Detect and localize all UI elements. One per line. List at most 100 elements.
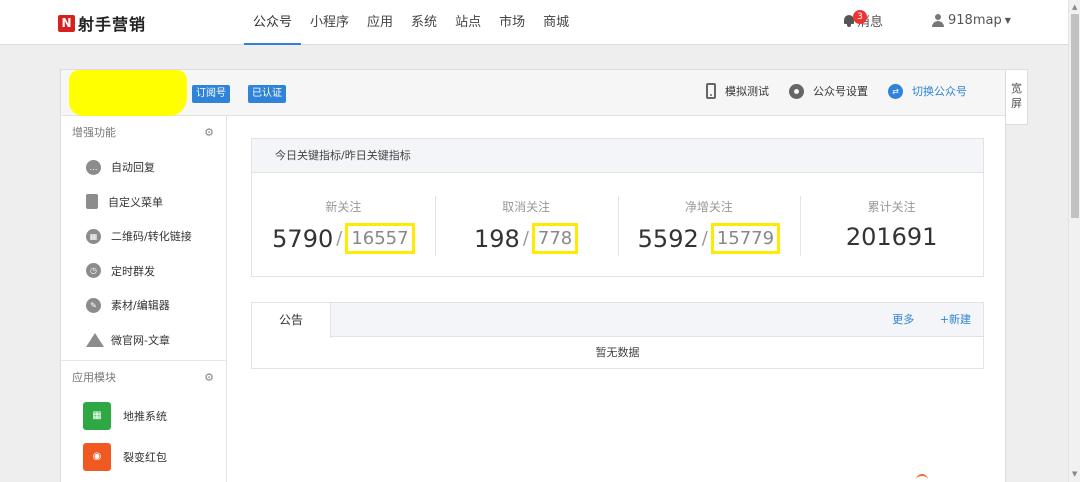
sidebar-app-promotion[interactable]: ▦ 地推系统: [61, 395, 226, 436]
bell-icon: 3: [843, 10, 867, 27]
metric-today: 201691: [845, 223, 938, 251]
redpacket-icon: ◉: [83, 442, 111, 471]
nav-item-official-account[interactable]: 公众号: [244, 0, 302, 45]
sidebar-item-custom-menu[interactable]: 自定义菜单: [61, 185, 226, 220]
account-settings-button[interactable]: 公众号设置: [789, 83, 868, 99]
switch-icon: ⇄: [888, 83, 903, 99]
top-navbar: N 射手营销 公众号 小程序 应用 系统 站点 市场 商城 3 消息 918ma…: [0, 0, 1068, 45]
nav-item-market[interactable]: 市场: [490, 0, 534, 45]
nav-item-store[interactable]: 商城: [534, 0, 578, 45]
simulate-test-button[interactable]: 模拟测试: [706, 83, 769, 99]
announcement-panel: 公告 更多 +新建 暂无数据: [251, 302, 984, 369]
scroll-up-icon[interactable]: ▲: [1072, 3, 1077, 11]
metric-value: 5592 / 15779: [637, 223, 781, 254]
brand-logo[interactable]: N 射手营销: [58, 12, 146, 34]
metric-new-follows: 新关注 5790 / 16557: [252, 174, 435, 276]
metric-value: 198 / 778: [474, 223, 579, 254]
announcement-header: 公告 更多 +新建: [252, 303, 983, 338]
scrollbar-thumb[interactable]: [1071, 14, 1079, 218]
metric-value: 201691: [846, 223, 938, 251]
key-metrics-title: 今日关键指标/昨日关键指标: [252, 139, 983, 173]
account-actions: 模拟测试 公众号设置 ⇄ 切换公众号: [686, 83, 967, 99]
sidebar-item-scheduled-send[interactable]: ◷ 定时群发: [61, 254, 226, 289]
apps-section-title: 应用模块 ⚙: [61, 361, 226, 395]
account-settings-label: 公众号设置: [813, 85, 868, 98]
sidebar-item-label: 自动回复: [111, 161, 155, 175]
switch-account-button[interactable]: ⇄ 切换公众号: [888, 83, 967, 99]
key-metrics-panel: 今日关键指标/昨日关键指标 新关注 5790 / 16557 取消关注 198 …: [251, 138, 984, 277]
sidebar-item-label: 素材/编辑器: [111, 299, 170, 313]
user-icon: [932, 14, 944, 27]
sidebar-item-qrcode[interactable]: ▦ 二维码/转化链接: [61, 219, 226, 254]
document-icon: [86, 194, 98, 210]
metric-value: 5790 / 16557: [272, 223, 415, 254]
nav-item-mini-program[interactable]: 小程序: [301, 0, 358, 45]
more-link[interactable]: 更多: [892, 313, 914, 326]
sidebar-item-label: 二维码/转化链接: [111, 230, 192, 244]
brand-name: 射手营销: [78, 15, 147, 34]
sidebar-item-materials[interactable]: ✎ 素材/编辑器: [61, 288, 226, 323]
sidebar-app-redpacket[interactable]: ◉ 裂变红包: [61, 436, 226, 477]
subscription-tag: 订阅号: [192, 85, 230, 103]
empty-state: 暂无数据: [595, 346, 640, 359]
metric-label: 累计关注: [867, 200, 916, 214]
metric-label: 净增关注: [684, 200, 733, 214]
settings-gear-icon[interactable]: ⚙: [204, 361, 214, 395]
new-announcement-link[interactable]: +新建: [940, 313, 971, 326]
message-count-badge: 3: [853, 10, 867, 24]
announcement-links: 更多 +新建: [870, 303, 971, 337]
main-card: 订阅号 已认证 模拟测试 公众号设置 ⇄ 切换公众号 增强功能 ⚙ … 自动回复: [60, 69, 1006, 482]
metric-today: 5790: [272, 224, 334, 253]
metric-yesterday: 778: [531, 223, 579, 254]
sidebar-item-microsite[interactable]: 微官网-文章: [61, 323, 226, 358]
metric-label: 取消关注: [502, 200, 551, 214]
sidebar-item-label: 自定义菜单: [108, 195, 163, 209]
apps-section-label: 应用模块: [72, 371, 116, 384]
sidebar-item-label: 微官网-文章: [111, 333, 170, 347]
metric-net-follows: 净增关注 5592 / 15779: [617, 174, 801, 276]
metric-yesterday: 15779: [710, 223, 781, 254]
wide-screen-toggle[interactable]: 宽 屏: [1006, 69, 1028, 125]
page-scrollbar[interactable]: ▲ ▼: [1068, 0, 1080, 482]
enhance-section-title: 增强功能 ⚙: [61, 116, 226, 150]
metric-separator: /: [336, 228, 343, 249]
wide-screen-label-line2: 屏: [1011, 97, 1022, 110]
enhance-section-label: 增强功能: [72, 126, 116, 139]
metric-label: 新关注: [325, 200, 362, 214]
user-name: 918map: [948, 13, 1002, 28]
chat-icon: …: [86, 159, 101, 175]
tab-announcement[interactable]: 公告: [252, 303, 331, 338]
settings-gear-icon[interactable]: ⚙: [204, 116, 214, 150]
gear-icon: [789, 83, 804, 99]
account-header: 订阅号 已认证 模拟测试 公众号设置 ⇄ 切换公众号: [61, 70, 1005, 116]
user-menu[interactable]: 918map ▼: [932, 13, 1011, 28]
nav-item-system[interactable]: 系统: [402, 0, 446, 45]
sidebar: 增强功能 ⚙ … 自动回复 自定义菜单 ▦ 二维码/转化链接 ◷ 定时群发 ✎ …: [61, 116, 227, 482]
sidebar-app-label: 地推系统: [123, 409, 167, 423]
nav-item-apps[interactable]: 应用: [358, 0, 402, 45]
main-nav: 公众号 小程序 应用 系统 站点 市场 商城: [244, 0, 578, 45]
scroll-down-icon[interactable]: ▼: [1072, 470, 1077, 478]
caret-down-icon: ▼: [1004, 16, 1011, 25]
qrcode-icon: ▦: [86, 228, 101, 244]
metric-today: 198: [474, 224, 520, 253]
sidebar-item-auto-reply[interactable]: … 自动回复: [61, 150, 226, 185]
metric-separator: /: [701, 228, 708, 249]
metric-unfollows: 取消关注 198 / 778: [434, 174, 618, 276]
key-metrics-row: 新关注 5790 / 16557 取消关注 198 / 778 净增关注 559…: [252, 174, 983, 276]
nav-item-sites[interactable]: 站点: [446, 0, 490, 45]
house-icon: [86, 332, 104, 347]
metric-separator: /: [522, 228, 529, 249]
sidebar-app-label: 裂变红包: [123, 450, 167, 464]
phone-icon: [706, 83, 716, 99]
wide-screen-label-line1: 宽: [1011, 82, 1022, 95]
verified-tag: 已认证: [248, 85, 286, 103]
edit-icon: ✎: [86, 297, 101, 313]
metric-today: 5592: [637, 224, 699, 253]
messages-link[interactable]: 3 消息: [843, 10, 883, 30]
metric-total-follows: 累计关注 201691: [800, 174, 983, 276]
clock-icon: ◷: [86, 263, 101, 279]
floating-widget-edge[interactable]: [916, 474, 928, 480]
logo-icon: N: [58, 14, 75, 32]
sidebar-item-label: 定时群发: [111, 264, 155, 278]
